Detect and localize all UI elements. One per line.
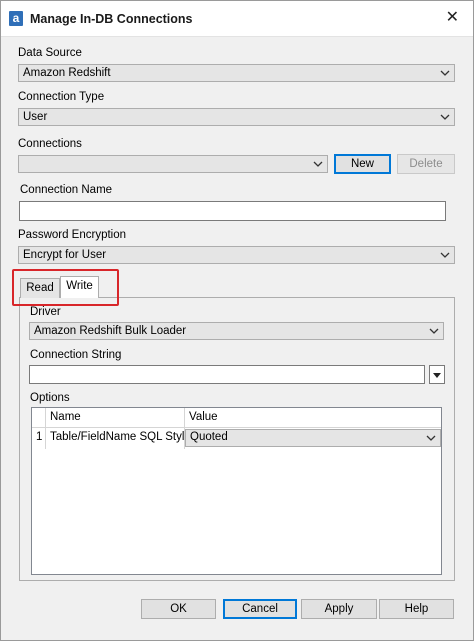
close-icon[interactable]: ✕ <box>446 9 459 27</box>
write-tab-highlight <box>12 269 119 306</box>
window-title: Manage In-DB Connections <box>30 12 193 26</box>
chevron-down-icon <box>440 114 450 120</box>
cancel-button[interactable]: Cancel <box>223 599 297 619</box>
alteryx-icon: a <box>9 11 23 26</box>
delete-button[interactable]: Delete <box>397 154 455 174</box>
options-label: Options <box>30 392 70 404</box>
password-encryption-label: Password Encryption <box>18 229 127 241</box>
ok-button[interactable]: OK <box>141 599 216 619</box>
data-source-label: Data Source <box>18 47 82 59</box>
options-grid: Name Value 1 Table/FieldName SQL Style Q… <box>31 407 442 575</box>
data-source-value: Amazon Redshift <box>23 67 111 79</box>
manage-indb-connections-dialog: a Manage In-DB Connections ✕ Data Source… <box>0 0 474 641</box>
help-button[interactable]: Help <box>379 599 454 619</box>
column-header-name[interactable]: Name <box>46 408 186 427</box>
triangle-down-icon <box>433 373 441 378</box>
option-value: Quoted <box>190 431 228 443</box>
connection-type-dropdown[interactable]: User <box>18 108 455 126</box>
title-bar: a Manage In-DB Connections ✕ <box>1 1 473 37</box>
chevron-down-icon <box>313 161 323 167</box>
connection-type-value: User <box>23 111 48 123</box>
driver-value: Amazon Redshift Bulk Loader <box>34 325 187 337</box>
driver-dropdown[interactable]: Amazon Redshift Bulk Loader <box>29 322 444 340</box>
connections-dropdown[interactable] <box>18 155 328 173</box>
data-source-dropdown[interactable]: Amazon Redshift <box>18 64 455 82</box>
connection-name-label: Connection Name <box>20 184 113 196</box>
driver-label: Driver <box>30 306 61 318</box>
connection-string-label: Connection String <box>30 349 122 361</box>
table-row[interactable]: 1 Table/FieldName SQL Style Quoted <box>32 428 441 448</box>
column-header-value[interactable]: Value <box>185 408 441 427</box>
password-encryption-dropdown[interactable]: Encrypt for User <box>18 246 455 264</box>
chevron-down-icon <box>440 70 450 76</box>
chevron-down-icon <box>429 328 439 334</box>
option-name-cell: Table/FieldName SQL Style <box>50 431 184 443</box>
row-index: 1 <box>36 431 43 443</box>
options-grid-header: Name Value <box>32 408 441 428</box>
connection-type-label: Connection Type <box>18 91 105 103</box>
chevron-down-icon <box>440 252 450 258</box>
connection-string-dropdown-button[interactable] <box>429 365 445 384</box>
password-encryption-value: Encrypt for User <box>23 249 107 261</box>
chevron-down-icon <box>426 435 436 441</box>
apply-button[interactable]: Apply <box>301 599 377 619</box>
new-button[interactable]: New <box>334 154 391 174</box>
option-value-dropdown[interactable]: Quoted <box>185 429 441 447</box>
connection-name-input[interactable] <box>19 201 446 221</box>
connections-label: Connections <box>18 138 82 150</box>
connection-string-input[interactable] <box>29 365 425 384</box>
